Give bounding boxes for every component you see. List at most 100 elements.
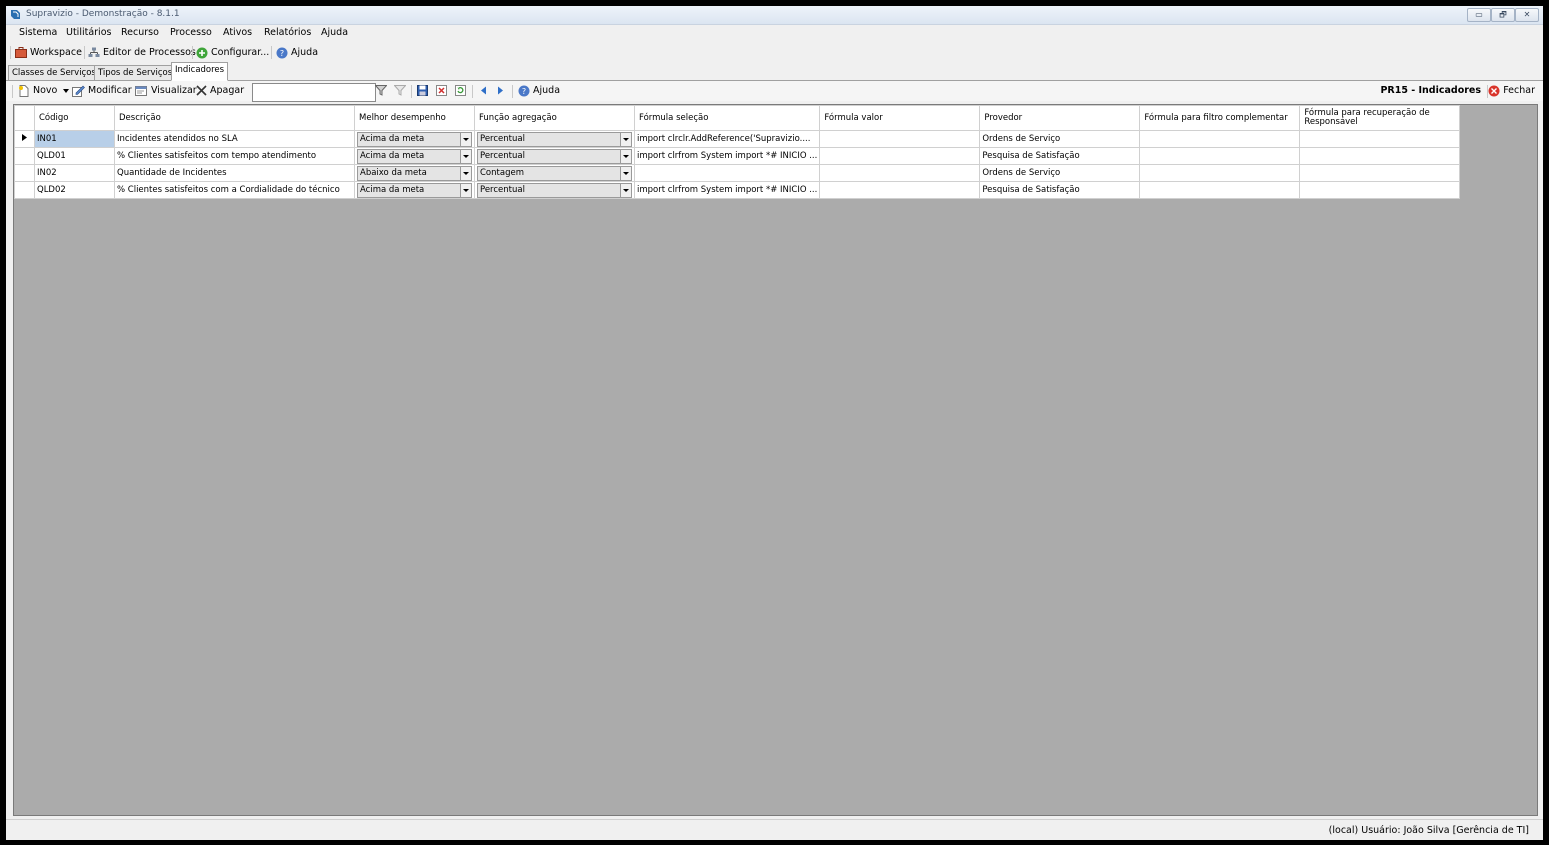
cell-recuperacao-responsavel[interactable] (1299, 147, 1461, 165)
chevron-down-icon[interactable] (620, 132, 631, 146)
new-dropdown-arrow[interactable] (63, 83, 72, 98)
melhor-desempenho-select[interactable]: Acima da meta (357, 182, 472, 198)
menu-recurso[interactable]: Recurso (121, 27, 159, 38)
table-row[interactable]: IN02 Quantidade de Incidentes Abaixo da … (14, 164, 1461, 182)
cell-formula-valor[interactable] (819, 130, 981, 148)
menu-utilitarios[interactable]: Utilitários (66, 27, 111, 38)
cell-formula-valor[interactable] (819, 181, 981, 199)
cell-melhor-desempenho[interactable]: Abaixo da meta (354, 164, 475, 182)
table-row[interactable]: QLD01 % Clientes satisfeitos com tempo a… (14, 147, 1461, 165)
cell-formula-selecao[interactable]: import clrfrom System import *# INICIO .… (633, 147, 821, 165)
cell-recuperacao-responsavel[interactable] (1299, 164, 1461, 182)
refresh-button[interactable] (455, 83, 469, 98)
cell-recuperacao-responsavel[interactable] (1299, 181, 1461, 199)
funcao-agregacao-select[interactable]: Contagem (477, 165, 632, 181)
close-window-button[interactable]: ✕ (1515, 8, 1539, 22)
cell-descricao[interactable]: % Clientes satisfeitos com a Cordialidad… (114, 181, 355, 199)
row-header[interactable] (14, 147, 35, 165)
table-row[interactable]: IN01 Incidentes atendidos no SLA Acima d… (14, 130, 1461, 148)
cell-funcao-agregacao[interactable]: Percentual (474, 130, 635, 148)
cell-filtro-complementar[interactable] (1139, 147, 1301, 165)
cell-codigo[interactable]: IN01 (34, 130, 115, 148)
restore-button[interactable]: 🗗 (1491, 8, 1515, 22)
row-header[interactable] (14, 181, 35, 199)
chevron-down-icon[interactable] (620, 166, 631, 180)
cell-melhor-desempenho[interactable]: Acima da meta (354, 130, 475, 148)
column-header-descricao[interactable]: Descrição (114, 105, 355, 131)
tab-indicadores[interactable]: Indicadores (171, 62, 229, 81)
menu-relatorios[interactable]: Relatórios (264, 27, 311, 38)
chevron-down-icon[interactable] (460, 132, 471, 146)
tab-classes-servicos[interactable]: Classes de Serviços (8, 65, 100, 81)
menu-sistema[interactable]: Sistema (19, 27, 57, 38)
minimize-button[interactable]: ▭ (1467, 8, 1491, 22)
chevron-down-icon[interactable] (460, 166, 471, 180)
cell-formula-selecao[interactable]: import clrfrom System import *# INICIO .… (633, 181, 821, 199)
cell-provedor[interactable]: Ordens de Serviço (979, 130, 1141, 148)
search-input[interactable] (252, 83, 376, 102)
cell-provedor[interactable]: Ordens de Serviço (979, 164, 1141, 182)
cell-formula-valor[interactable] (819, 164, 981, 182)
cancel-button[interactable] (436, 83, 450, 98)
cell-descricao[interactable]: % Clientes satisfeitos com tempo atendim… (114, 147, 355, 165)
cell-melhor-desempenho[interactable]: Acima da meta (354, 181, 475, 199)
workspace-button[interactable]: Workspace (15, 45, 82, 60)
column-header-recuperacao-responsavel[interactable]: Fórmula para recuperação de Responsável (1299, 105, 1461, 131)
chevron-down-icon[interactable] (460, 183, 471, 197)
melhor-desempenho-select[interactable]: Acima da meta (357, 148, 472, 164)
funcao-agregacao-select[interactable]: Percentual (477, 182, 632, 198)
filter-button[interactable] (375, 83, 390, 98)
clear-filter-button[interactable] (394, 83, 409, 98)
menu-ativos[interactable]: Ativos (223, 27, 252, 38)
melhor-desempenho-select[interactable]: Abaixo da meta (357, 165, 472, 181)
funcao-agregacao-select[interactable]: Percentual (477, 148, 632, 164)
save-button[interactable] (417, 83, 431, 98)
melhor-desempenho-select[interactable]: Acima da meta (357, 131, 472, 147)
cell-funcao-agregacao[interactable]: Contagem (474, 164, 635, 182)
help-button[interactable]: ? Ajuda (276, 45, 318, 60)
cell-filtro-complementar[interactable] (1139, 130, 1301, 148)
new-button[interactable]: Novo (18, 83, 57, 98)
current-row-indicator[interactable] (14, 130, 35, 148)
cell-provedor[interactable]: Pesquisa de Satisfação (979, 181, 1141, 199)
cell-filtro-complementar[interactable] (1139, 164, 1301, 182)
cell-codigo[interactable]: QLD01 (34, 147, 115, 165)
cell-provedor[interactable]: Pesquisa de Satisfação (979, 147, 1141, 165)
funcao-agregacao-select[interactable]: Percentual (477, 131, 632, 147)
previous-button[interactable] (480, 83, 490, 98)
cell-codigo[interactable]: IN02 (34, 164, 115, 182)
cell-codigo[interactable]: QLD02 (34, 181, 115, 199)
cell-funcao-agregacao[interactable]: Percentual (474, 181, 635, 199)
grid-help-button[interactable]: ? Ajuda (518, 83, 560, 98)
column-header-filtro-complementar[interactable]: Fórmula para filtro complementar (1139, 105, 1301, 131)
cell-recuperacao-responsavel[interactable] (1299, 130, 1461, 148)
cell-filtro-complementar[interactable] (1139, 181, 1301, 199)
menu-processo[interactable]: Processo (170, 27, 212, 38)
column-header-formula-selecao[interactable]: Fórmula seleção (633, 105, 821, 131)
delete-button[interactable]: Apagar (196, 83, 244, 98)
cell-descricao[interactable]: Incidentes atendidos no SLA (114, 130, 355, 148)
process-editor-button[interactable]: Editor de Processos (88, 45, 196, 60)
cell-descricao[interactable]: Quantidade de Incidentes (114, 164, 355, 182)
view-button[interactable]: Visualizar (135, 83, 197, 98)
chevron-down-icon[interactable] (620, 149, 631, 163)
cell-formula-selecao[interactable] (633, 164, 821, 182)
column-header-melhor-desempenho[interactable]: Melhor desempenho (354, 105, 475, 131)
configurar-button[interactable]: Configurar... (196, 45, 269, 60)
column-header-formula-valor[interactable]: Fórmula valor (819, 105, 981, 131)
close-form-button[interactable]: Fechar (1488, 83, 1535, 98)
chevron-down-icon[interactable] (620, 183, 631, 197)
column-header-provedor[interactable]: Provedor (979, 105, 1141, 131)
menu-ajuda[interactable]: Ajuda (321, 27, 348, 38)
cell-formula-selecao[interactable]: import clrclr.AddReference('Supravizio..… (633, 130, 821, 148)
row-header[interactable] (14, 164, 35, 182)
cell-funcao-agregacao[interactable]: Percentual (474, 147, 635, 165)
modify-button[interactable]: Modificar (72, 83, 132, 98)
column-header-funcao-agregacao[interactable]: Função agregação (474, 105, 635, 131)
table-row[interactable]: QLD02 % Clientes satisfeitos com a Cordi… (14, 181, 1461, 199)
chevron-down-icon[interactable] (460, 149, 471, 163)
cell-melhor-desempenho[interactable]: Acima da meta (354, 147, 475, 165)
next-button[interactable] (497, 83, 507, 98)
column-header-codigo[interactable]: Código (34, 105, 115, 131)
cell-formula-valor[interactable] (819, 147, 981, 165)
